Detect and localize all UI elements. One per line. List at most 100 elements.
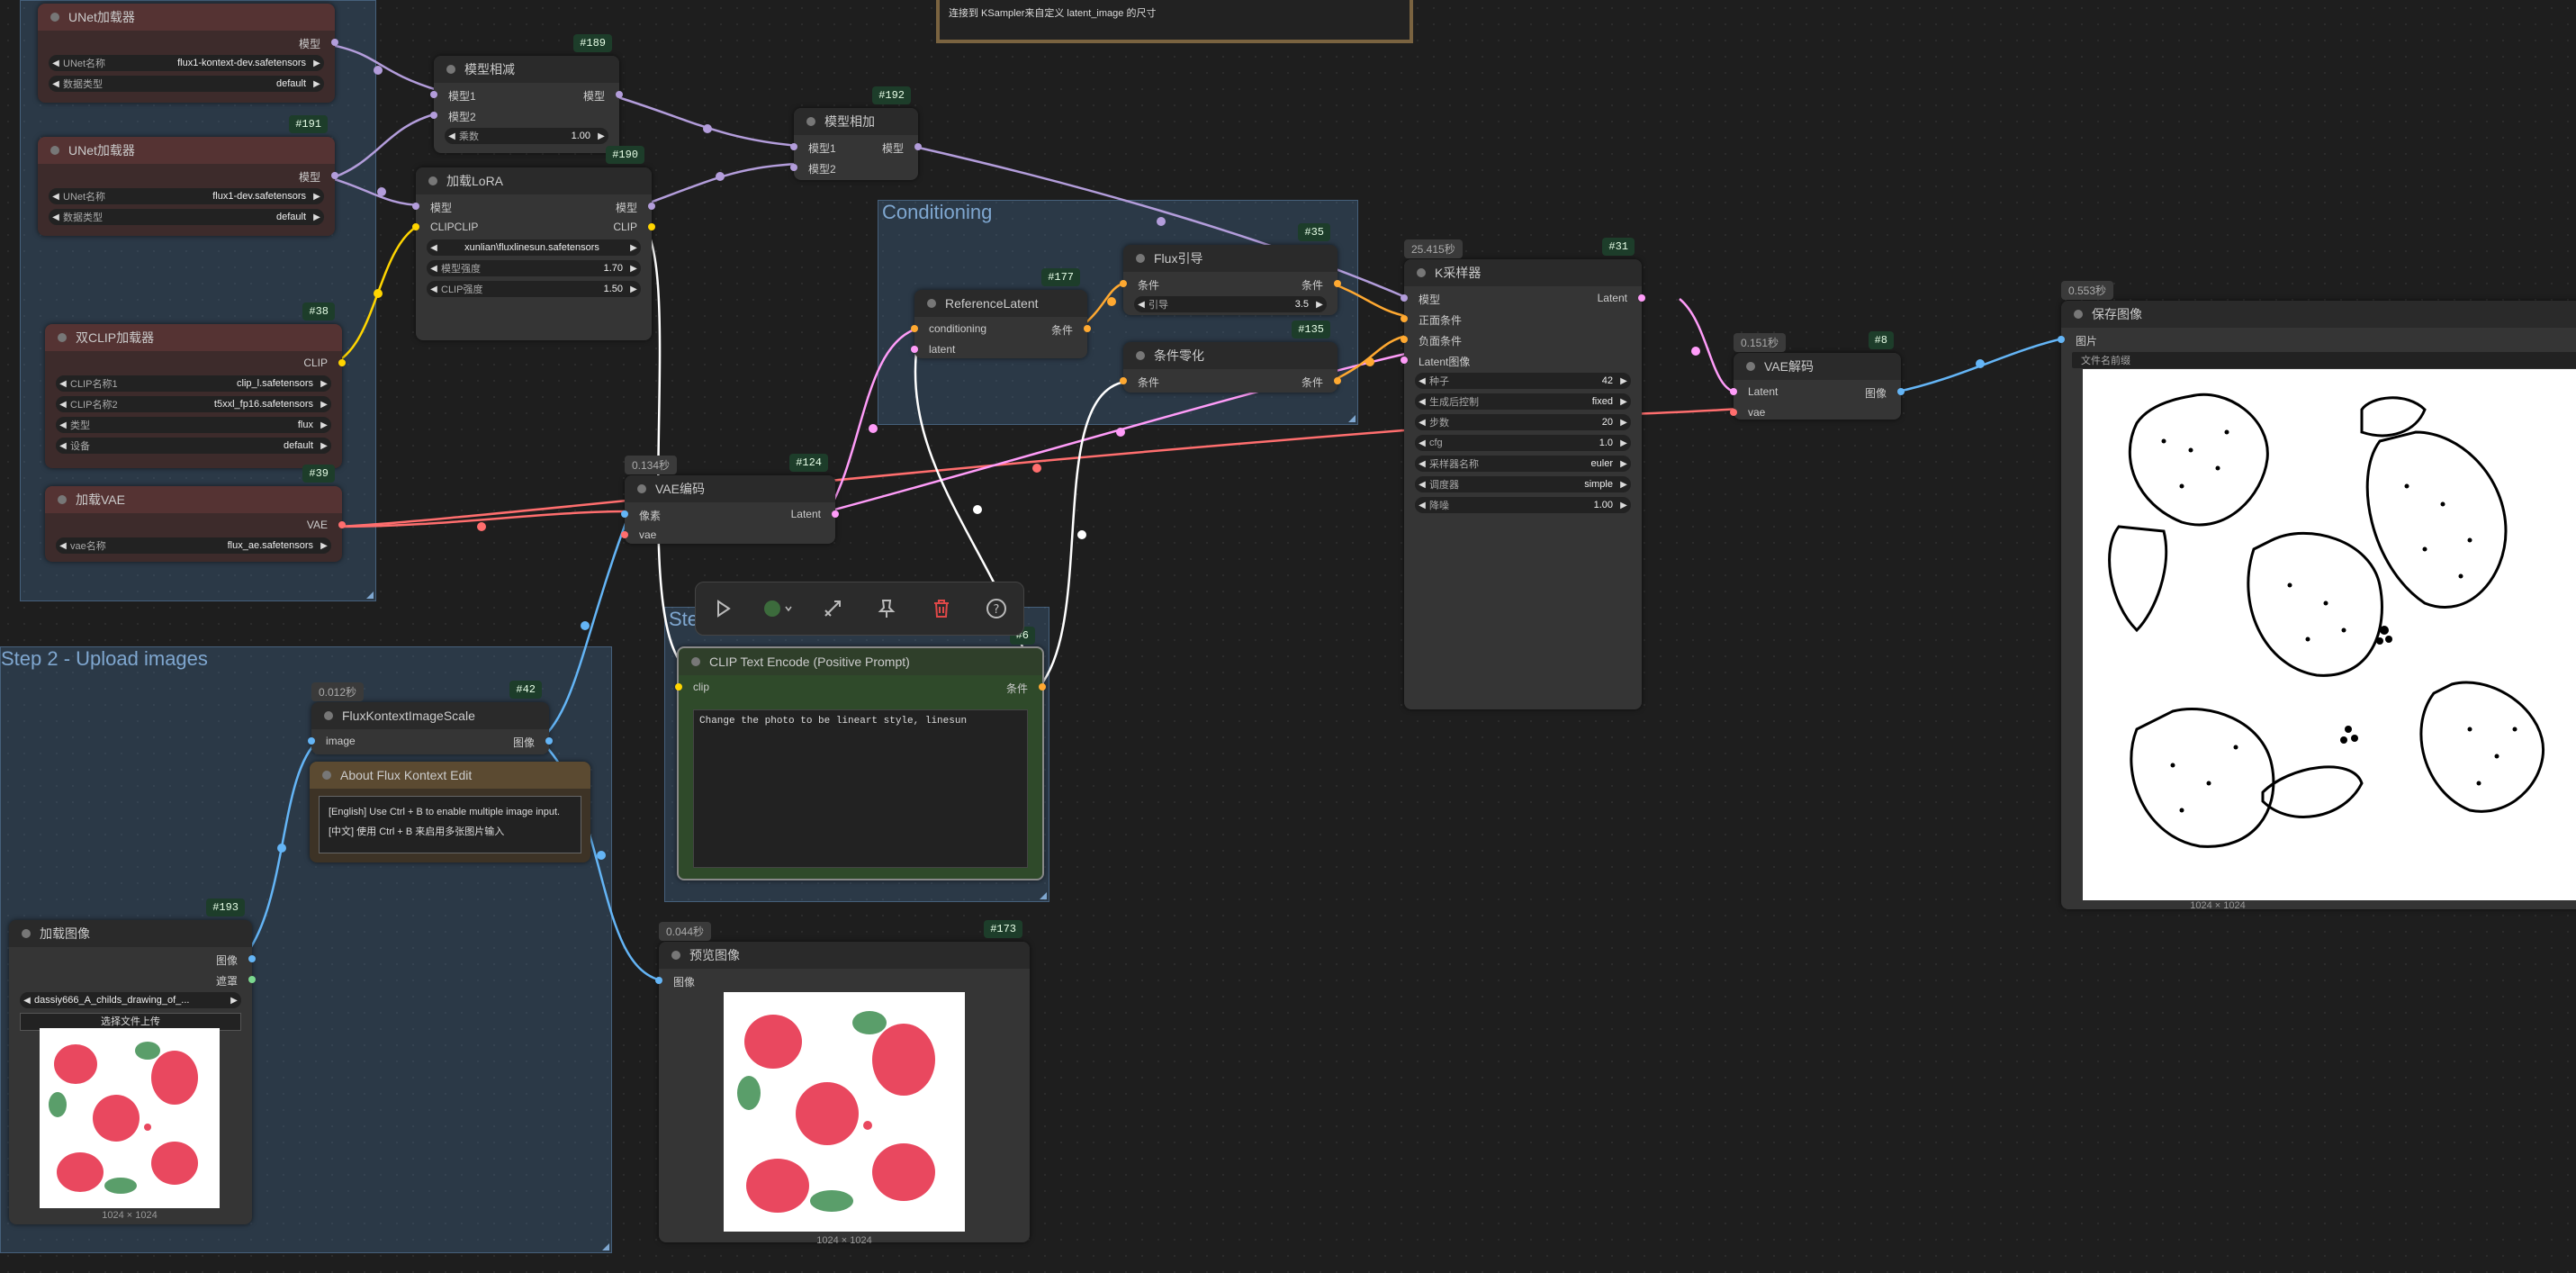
group-resize-handle[interactable] xyxy=(366,591,374,599)
arrow-left-icon[interactable]: ◀ xyxy=(445,131,459,141)
output-pin[interactable] xyxy=(1638,294,1645,302)
collapse-dot[interactable] xyxy=(806,117,815,126)
output-pin[interactable] xyxy=(338,359,346,366)
input-pin[interactable] xyxy=(1120,280,1127,287)
output-pin[interactable] xyxy=(248,976,256,983)
node-vae-encode[interactable]: 0.134秒 #124 VAE编码 像素 Latent vae xyxy=(621,454,839,544)
arrow-left-icon[interactable]: ◀ xyxy=(56,420,70,430)
node-header[interactable]: 加载图像 xyxy=(9,920,252,947)
node-unet-loader-2[interactable]: #191 UNet加载器 模型 ◀ UNet名称 flux1-dev.safeten… xyxy=(38,115,338,236)
node-dual-clip-loader[interactable]: #38 双CLIP加载器 CLIP ◀ CLIP名称1 clip_l.safeten… xyxy=(45,302,346,468)
input-pin[interactable] xyxy=(1730,409,1737,416)
input-pin[interactable] xyxy=(2058,336,2065,343)
input-pin[interactable] xyxy=(790,143,797,150)
arrow-left-icon[interactable]: ◀ xyxy=(1415,397,1429,407)
arrow-right-icon[interactable]: ▶ xyxy=(1312,300,1327,310)
arrow-left-icon[interactable]: ◀ xyxy=(427,284,441,294)
input-pin[interactable] xyxy=(790,164,797,171)
node-flux-guidance[interactable]: #35 Flux引导 条件 条件 ◀ 引导 3.5 ▶ xyxy=(1120,223,1341,315)
control-after-generate-combo[interactable]: ◀ 生成后控制 fixed ▶ xyxy=(1415,393,1631,410)
collapse-dot[interactable] xyxy=(22,929,31,938)
arrow-right-icon[interactable]: ▶ xyxy=(1617,480,1631,490)
node-model-add[interactable]: #192 模型相加 模型1 模型 模型2 xyxy=(790,86,922,180)
node-load-lora[interactable]: #190 加载LoRA 模型 模型 CLIPCLIP CLIP ◀ xunlian\f… xyxy=(412,146,655,340)
output-pin[interactable] xyxy=(331,172,338,179)
image-file-combo[interactable]: ◀ dassiy666_A_childs_drawing_of_... ▶ xyxy=(20,992,241,1008)
arrow-right-icon[interactable]: ▶ xyxy=(317,541,331,551)
output-pin[interactable] xyxy=(1039,683,1046,691)
arrow-right-icon[interactable]: ▶ xyxy=(626,243,641,253)
node-header[interactable]: 条件零化 xyxy=(1123,342,1338,369)
trash-icon[interactable] xyxy=(926,593,957,624)
output-pin[interactable] xyxy=(832,510,839,518)
cfg-widget[interactable]: ◀ cfg 1.0 ▶ xyxy=(1415,435,1631,451)
collapse-dot[interactable] xyxy=(691,657,700,666)
arrow-left-icon[interactable]: ◀ xyxy=(1415,480,1429,490)
dtype-combo[interactable]: ◀ 数据类型 default ▶ xyxy=(49,209,324,225)
collapse-dot[interactable] xyxy=(1136,351,1145,360)
color-picker-icon[interactable] xyxy=(762,593,793,624)
node-load-image[interactable]: #193 加载图像 图像 遮罩 ◀ dassiy666_A_childs_draw… xyxy=(9,898,256,1224)
input-pin[interactable] xyxy=(911,325,918,332)
input-pin[interactable] xyxy=(675,683,682,691)
sampler-name-combo[interactable]: ◀ 采样器名称 euler ▶ xyxy=(1415,456,1631,472)
input-pin[interactable] xyxy=(412,203,419,210)
dtype-combo[interactable]: ◀ 数据类型 default ▶ xyxy=(49,76,324,92)
collapse-dot[interactable] xyxy=(58,333,67,342)
arrow-right-icon[interactable]: ▶ xyxy=(1617,438,1631,448)
input-pin[interactable] xyxy=(1401,357,1408,364)
play-icon[interactable] xyxy=(707,593,738,624)
node-preview-image[interactable]: 0.044秒 #173 预览图像 图像 1024 × 1024 xyxy=(655,920,1030,1246)
node-header[interactable]: 加载VAE xyxy=(45,486,342,513)
arrow-right-icon[interactable]: ▶ xyxy=(310,79,324,89)
group-resize-handle[interactable] xyxy=(1040,892,1047,899)
node-about-flux-kontext[interactable]: About Flux Kontext Edit [English] Use Ct… xyxy=(310,762,590,862)
prompt-textarea[interactable]: Change the photo to be lineart style, li… xyxy=(693,709,1028,868)
input-pin[interactable] xyxy=(308,737,315,745)
input-pin[interactable] xyxy=(1401,315,1408,322)
arrow-right-icon[interactable]: ▶ xyxy=(1617,459,1631,469)
input-pin[interactable] xyxy=(430,91,437,98)
collapse-dot[interactable] xyxy=(1746,362,1755,371)
group-resize-handle[interactable] xyxy=(1348,415,1356,422)
output-pin[interactable] xyxy=(331,39,338,46)
arrow-right-icon[interactable]: ▶ xyxy=(626,264,641,274)
denoise-widget[interactable]: ◀ 降噪 1.00 ▶ xyxy=(1415,497,1631,513)
arrow-right-icon[interactable]: ▶ xyxy=(227,996,241,1006)
arrow-left-icon[interactable]: ◀ xyxy=(427,243,441,253)
node-header[interactable]: 加载LoRA xyxy=(416,167,652,194)
filename-prefix-input[interactable]: 文件名前缀C xyxy=(2072,352,2576,368)
arrow-right-icon[interactable]: ▶ xyxy=(310,212,324,222)
input-pin[interactable] xyxy=(430,112,437,119)
lora-name-combo[interactable]: ◀ xunlian\fluxlinesun.safetensors ▶ xyxy=(427,239,641,256)
arrow-left-icon[interactable]: ◀ xyxy=(427,264,441,274)
output-pin[interactable] xyxy=(1897,388,1905,395)
input-pin[interactable] xyxy=(911,346,918,353)
arrow-left-icon[interactable]: ◀ xyxy=(56,441,70,451)
multiplier-widget[interactable]: ◀ 乘数 1.00 ▶ xyxy=(445,128,608,144)
collapse-dot[interactable] xyxy=(428,176,437,185)
vae-name-combo[interactable]: ◀ vae名称 flux_ae.safetensors ▶ xyxy=(56,537,331,554)
collapse-dot[interactable] xyxy=(58,495,67,504)
arrow-left-icon[interactable]: ◀ xyxy=(49,79,63,89)
group-resize-handle[interactable] xyxy=(602,1243,609,1250)
node-header[interactable]: 保存图像 xyxy=(2061,301,2576,328)
node-header[interactable]: CLIP Text Encode (Positive Prompt) xyxy=(679,648,1042,675)
guidance-widget[interactable]: ◀ 引导 3.5 ▶ xyxy=(1134,296,1327,312)
arrow-left-icon[interactable]: ◀ xyxy=(1415,438,1429,448)
node-canvas[interactable]: Conditioning Step 2 - Upload images Ste … xyxy=(0,0,2576,1273)
collapse-dot[interactable] xyxy=(50,13,59,22)
pin-icon[interactable] xyxy=(871,593,902,624)
node-header[interactable]: VAE编码 xyxy=(625,475,835,502)
clip-type-combo[interactable]: ◀ 类型 flux ▶ xyxy=(56,417,331,433)
arrow-right-icon[interactable]: ▶ xyxy=(594,131,608,141)
output-pin[interactable] xyxy=(648,203,655,210)
collapse-dot[interactable] xyxy=(1417,268,1426,277)
node-vae-decode[interactable]: 0.151秒 #8 VAE解码 Latent 图像 vae xyxy=(1730,331,1905,420)
collapse-dot[interactable] xyxy=(927,299,936,308)
node-clip-text-encode[interactable]: #6 CLIP Text Encode (Positive Prompt) cl… xyxy=(675,627,1046,880)
output-pin[interactable] xyxy=(1334,377,1341,384)
arrow-right-icon[interactable]: ▶ xyxy=(310,192,324,202)
node-header[interactable]: VAE解码 xyxy=(1734,353,1901,380)
arrow-right-icon[interactable]: ▶ xyxy=(1617,501,1631,510)
